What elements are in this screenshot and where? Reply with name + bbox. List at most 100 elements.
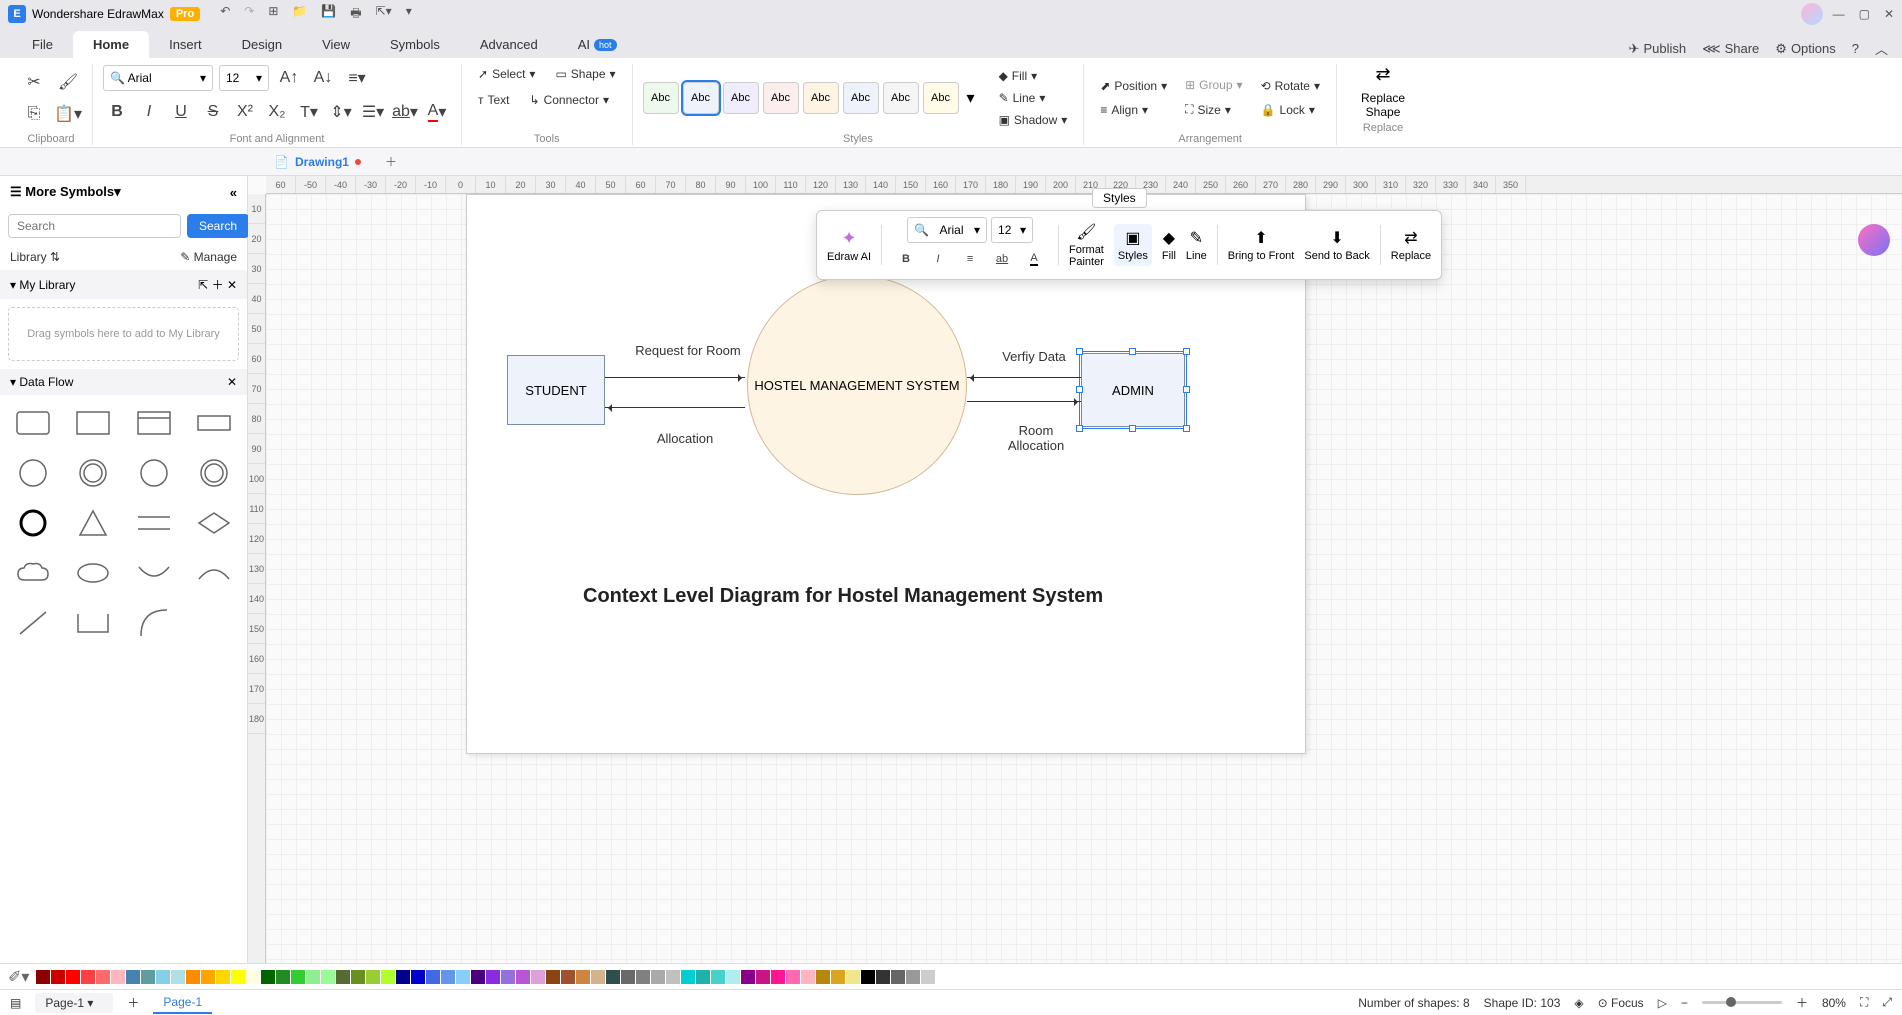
bullet-list-icon[interactable]: ☰▾ xyxy=(359,98,387,126)
collapse-ribbon-icon[interactable]: ︿ xyxy=(1875,39,1888,58)
share-button[interactable]: ⋘ Share xyxy=(1702,41,1759,57)
redo-icon[interactable]: ↷ xyxy=(244,4,254,25)
user-avatar[interactable] xyxy=(1801,3,1823,25)
color-swatch[interactable] xyxy=(456,970,470,984)
font-size-select[interactable]: 12▾ xyxy=(219,65,269,91)
bold-icon[interactable]: B xyxy=(103,98,131,126)
shape-parallel-lines[interactable] xyxy=(129,503,179,543)
color-swatch[interactable] xyxy=(126,970,140,984)
tab-ai[interactable]: AIhot xyxy=(558,31,637,58)
style-swatch-2[interactable]: Abc xyxy=(683,82,719,114)
connector-tool[interactable]: ↳ Connector ▾ xyxy=(524,90,615,110)
tab-symbols[interactable]: Symbols xyxy=(370,31,460,58)
shape-rect-header[interactable] xyxy=(129,403,179,443)
color-swatch[interactable] xyxy=(261,970,275,984)
zoom-out-icon[interactable]: − xyxy=(1681,996,1688,1010)
color-swatch[interactable] xyxy=(531,970,545,984)
tab-file[interactable]: File xyxy=(12,31,73,58)
align-menu-icon[interactable]: ≡▾ xyxy=(343,64,371,92)
text-tool[interactable]: ᴛ Text xyxy=(472,90,516,110)
tab-design[interactable]: Design xyxy=(222,31,302,58)
tab-view[interactable]: View xyxy=(302,31,370,58)
tab-insert[interactable]: Insert xyxy=(149,31,222,58)
label-request[interactable]: Request for Room xyxy=(633,343,743,358)
outline-view-icon[interactable]: ▤ xyxy=(10,996,21,1010)
diagram-title[interactable]: Context Level Diagram for Hostel Managem… xyxy=(583,585,1103,608)
color-swatch[interactable] xyxy=(606,970,620,984)
color-swatch[interactable] xyxy=(516,970,530,984)
arrow-request[interactable] xyxy=(605,377,745,378)
shape-rect-open[interactable] xyxy=(68,603,118,643)
paste-icon[interactable]: 📋▾ xyxy=(54,100,82,128)
color-swatch[interactable] xyxy=(831,970,845,984)
my-library-header[interactable]: ▾ My Library ⇱ ＋ ✕ xyxy=(0,270,247,299)
collapse-panel-icon[interactable]: « xyxy=(230,185,237,200)
line-spacing-icon[interactable]: ⇕▾ xyxy=(327,98,355,126)
undo-icon[interactable]: ↶ xyxy=(220,4,230,25)
style-swatch-1[interactable]: Abc xyxy=(643,82,679,114)
color-swatch[interactable] xyxy=(96,970,110,984)
ft-align-icon[interactable]: ≡ xyxy=(956,245,984,273)
dfd-entity-admin[interactable]: ADMIN xyxy=(1081,353,1185,427)
color-swatch[interactable] xyxy=(546,970,560,984)
arrow-room-alloc[interactable] xyxy=(967,401,1081,402)
color-swatch[interactable] xyxy=(801,970,815,984)
color-swatch[interactable] xyxy=(66,970,80,984)
shape-double-circle[interactable] xyxy=(68,453,118,493)
highlight-icon[interactable]: ab▾ xyxy=(391,98,419,126)
add-tab-icon[interactable]: ＋ xyxy=(385,153,397,170)
color-swatch[interactable] xyxy=(621,970,635,984)
color-swatch[interactable] xyxy=(846,970,860,984)
color-swatch[interactable] xyxy=(156,970,170,984)
ai-assistant-icon[interactable] xyxy=(1858,224,1890,256)
color-swatch[interactable] xyxy=(666,970,680,984)
export-icon[interactable]: ⇱▾ xyxy=(376,4,392,25)
close-icon[interactable]: ✕ xyxy=(1884,7,1894,21)
color-swatch[interactable] xyxy=(501,970,515,984)
color-swatch[interactable] xyxy=(396,970,410,984)
style-swatch-3[interactable]: Abc xyxy=(723,82,759,114)
ft-highlight-icon[interactable]: ab xyxy=(988,245,1016,273)
ft-bring-front[interactable]: ⬆Bring to Front xyxy=(1228,228,1295,262)
label-room-alloc[interactable]: Room Allocation xyxy=(991,423,1081,453)
page-tab-1[interactable]: Page-1 xyxy=(153,992,212,1014)
shape-bold-circle[interactable] xyxy=(8,503,58,543)
search-button[interactable]: Search xyxy=(187,214,249,238)
color-swatch[interactable] xyxy=(321,970,335,984)
line-drop[interactable]: ✎ Line ▾ xyxy=(993,88,1074,108)
color-swatch[interactable] xyxy=(171,970,185,984)
color-swatch[interactable] xyxy=(36,970,50,984)
style-swatch-6[interactable]: Abc xyxy=(843,82,879,114)
label-verify[interactable]: Verfiy Data xyxy=(989,349,1079,364)
cut-icon[interactable]: ✂ xyxy=(20,68,48,96)
zoom-level[interactable]: 80% xyxy=(1822,996,1846,1010)
label-allocation[interactable]: Allocation xyxy=(645,431,725,446)
ft-format-painter[interactable]: 🖌Format Painter xyxy=(1069,222,1104,268)
color-swatch[interactable] xyxy=(141,970,155,984)
ft-styles[interactable]: ▣Styles xyxy=(1114,224,1152,266)
color-swatch[interactable] xyxy=(201,970,215,984)
group-drop[interactable]: ⊞ Group ▾ xyxy=(1179,75,1248,95)
page-selector[interactable]: Page-1 ▾ xyxy=(35,993,113,1013)
strike-icon[interactable]: S xyxy=(199,98,227,126)
align-drop[interactable]: ≡ Align ▾ xyxy=(1094,100,1173,120)
color-swatch[interactable] xyxy=(891,970,905,984)
color-swatch[interactable] xyxy=(636,970,650,984)
color-swatch[interactable] xyxy=(81,970,95,984)
underline-icon[interactable]: U xyxy=(167,98,195,126)
color-swatch[interactable] xyxy=(591,970,605,984)
italic-icon[interactable]: I xyxy=(135,98,163,126)
decrease-font-icon[interactable]: A↓ xyxy=(309,64,337,92)
font-color-icon[interactable]: A▾ xyxy=(423,98,451,126)
shape-tool[interactable]: ▭ Shape ▾ xyxy=(549,64,621,84)
color-swatch[interactable] xyxy=(291,970,305,984)
library-label[interactable]: Library ⇅ xyxy=(10,250,60,264)
lib-add-icon[interactable]: ＋ xyxy=(212,278,224,292)
color-swatch[interactable] xyxy=(906,970,920,984)
shadow-drop[interactable]: ▣ Shadow ▾ xyxy=(993,110,1074,130)
color-swatch[interactable] xyxy=(366,970,380,984)
publish-button[interactable]: ✈ Publish xyxy=(1629,41,1687,57)
replace-shape-button[interactable]: ⇄ Replace Shape xyxy=(1347,64,1419,120)
color-swatch[interactable] xyxy=(411,970,425,984)
layers-icon[interactable]: ◈ xyxy=(1574,996,1583,1010)
